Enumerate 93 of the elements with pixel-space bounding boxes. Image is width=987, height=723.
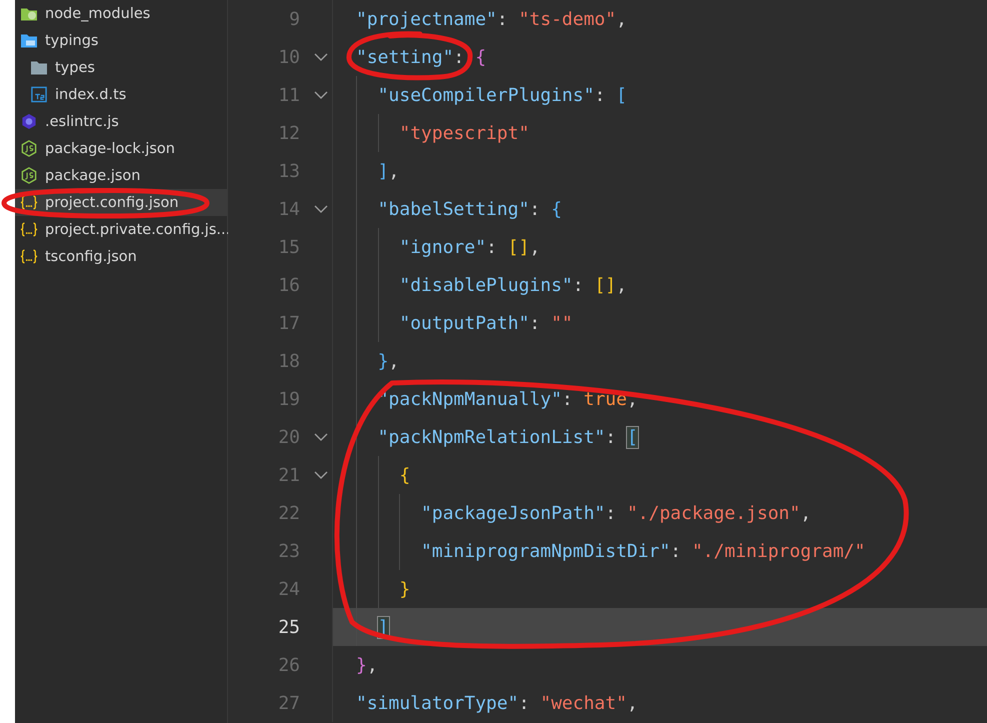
file-item[interactable]: typings xyxy=(15,27,227,54)
line-number: 10 xyxy=(277,46,300,68)
line-number: 19 xyxy=(277,388,300,410)
line-number: 13 xyxy=(277,160,300,182)
line-number: 17 xyxy=(277,312,300,334)
file-item[interactable]: node_modules xyxy=(15,0,227,27)
line-number: 12 xyxy=(277,122,300,144)
code-token: "simulatorType" xyxy=(356,692,519,714)
line-number: 16 xyxy=(277,274,300,296)
line-number: 26 xyxy=(277,654,300,676)
code-token: "ts-demo" xyxy=(518,8,616,30)
line-number: 11 xyxy=(277,84,300,106)
line-number: 15 xyxy=(277,236,300,258)
code-token: "packageJsonPath" xyxy=(421,502,606,524)
code-token: "miniprogramNpmDistDir" xyxy=(421,540,670,562)
code-token: [ xyxy=(616,84,627,106)
code-token: , xyxy=(626,692,638,714)
hexagon-icon xyxy=(20,113,38,130)
line-number: 23 xyxy=(277,540,300,562)
code-token: , xyxy=(616,274,627,296)
code-token: "projectname" xyxy=(356,8,497,30)
line-number: 18 xyxy=(277,350,300,372)
code-token: "packNpmRelationList" xyxy=(378,426,606,448)
code-token: { xyxy=(551,198,562,220)
braces-icon xyxy=(20,248,38,265)
code-token: : xyxy=(529,198,542,220)
code-token: "" xyxy=(551,312,573,334)
code-token: : xyxy=(454,46,466,68)
code-token: { xyxy=(475,46,486,68)
code-token: "typescript" xyxy=(399,122,530,144)
code-token: : xyxy=(496,8,509,30)
line-number: 22 xyxy=(277,502,300,524)
code-token: [] xyxy=(594,274,616,296)
code-token: , xyxy=(800,502,812,524)
code-token: } xyxy=(399,578,410,600)
code-token: "outputPath" xyxy=(399,312,530,334)
code-token: "useCompilerPlugins" xyxy=(378,84,594,106)
code-token: [] xyxy=(508,236,530,258)
code-token: : xyxy=(572,274,585,296)
code-token: "./package.json" xyxy=(626,502,800,524)
fold-chevron-icon[interactable] xyxy=(314,204,328,214)
code-token: : xyxy=(605,426,618,448)
code-token: ] xyxy=(378,160,389,182)
file-item[interactable]: types xyxy=(15,54,227,81)
line-number: 14 xyxy=(277,198,300,220)
code-token: : xyxy=(518,692,530,714)
hexagon-icon xyxy=(20,167,38,184)
code-token: "./miniprogram/" xyxy=(692,540,866,562)
line-number: 20 xyxy=(277,426,300,448)
code-token: } xyxy=(356,654,367,676)
code-token: { xyxy=(399,464,410,486)
code-token: , xyxy=(388,350,400,372)
line-number: 21 xyxy=(277,464,300,486)
fold-chevron-icon[interactable] xyxy=(314,470,328,480)
folder-icon xyxy=(20,32,38,49)
braces-icon xyxy=(20,194,38,211)
code-token: [ xyxy=(626,426,638,448)
code-token: "wechat" xyxy=(540,692,627,714)
code-token: : xyxy=(529,312,542,334)
file-item[interactable]: package.json xyxy=(15,162,227,189)
code-token: "ignore" xyxy=(399,236,486,258)
code-token: , xyxy=(388,160,400,182)
fold-chevron-icon[interactable] xyxy=(314,52,328,62)
code-token: : xyxy=(605,502,618,524)
hexagon-icon xyxy=(20,140,38,157)
code-token: "packNpmManually" xyxy=(378,388,562,410)
code-token: : xyxy=(486,236,498,258)
code-token: "disablePlugins" xyxy=(399,274,573,296)
folder-icon xyxy=(30,59,48,76)
file-icon xyxy=(30,86,48,103)
code-token: "setting" xyxy=(356,46,454,68)
file-item[interactable]: tsconfig.json xyxy=(15,243,227,270)
file-item[interactable]: package-lock.json xyxy=(15,135,227,162)
line-number: 27 xyxy=(277,692,300,714)
code-token: , xyxy=(616,8,627,30)
line-number: 25 xyxy=(277,616,300,638)
code-token: } xyxy=(378,350,389,372)
code-token: , xyxy=(366,654,378,676)
fold-chevron-icon[interactable] xyxy=(314,432,328,442)
file-item[interactable]: index.d.ts xyxy=(15,81,227,108)
fold-chevron-icon[interactable] xyxy=(314,90,328,100)
code-token: : xyxy=(594,84,606,106)
braces-icon xyxy=(20,221,38,238)
code-token: , xyxy=(529,236,540,258)
line-number: 9 xyxy=(288,8,300,30)
code-token: , xyxy=(626,388,638,410)
code-token: "babelSetting" xyxy=(378,198,530,220)
file-item[interactable]: project.private.config.js... xyxy=(15,216,227,243)
code-token: true xyxy=(584,388,627,410)
code-token: : xyxy=(562,388,574,410)
file-item[interactable]: .eslintrc.js xyxy=(15,108,227,135)
code-token: : xyxy=(670,540,682,562)
line-number: 24 xyxy=(277,578,300,600)
